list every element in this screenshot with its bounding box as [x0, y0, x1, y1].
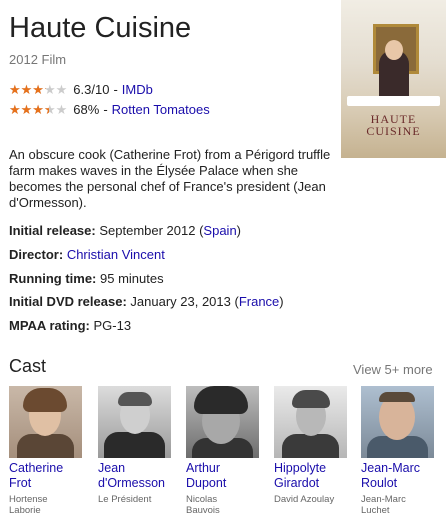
- imdb-rating-row: ★★★★★ ★★★★★ 6.3/10 - IMDb: [9, 82, 153, 97]
- imdb-score: 6.3/10: [73, 82, 110, 97]
- cast-role: Le Président: [98, 494, 152, 505]
- cast-member[interactable]: Hippolyte Girardot David Azoulay: [274, 386, 356, 505]
- separator: -: [103, 102, 108, 117]
- cast-photo[interactable]: [274, 386, 347, 458]
- poster-table-shape: [347, 96, 440, 106]
- fact-value: January 23, 2013 (: [130, 294, 239, 309]
- cast-member[interactable]: Jean d'Ormesson Le Président: [98, 386, 180, 505]
- cast-member[interactable]: Jean-Marc Roulot Jean-Marc Luchet: [361, 386, 443, 516]
- star-rating-icon: ★★★★★ ★★★★★: [9, 101, 68, 117]
- rotten-tomatoes-rating-row: ★★★★★ ★★★★★ 68% - Rotten Tomatoes: [9, 102, 210, 117]
- director-link[interactable]: Christian Vincent: [67, 247, 165, 262]
- cast-role: Hortense Laborie: [9, 494, 48, 516]
- fact-initial-release: Initial release: September 2012 (Spain): [9, 223, 242, 238]
- france-link[interactable]: France: [239, 294, 279, 309]
- spain-link[interactable]: Spain: [203, 223, 236, 238]
- poster-title-line2: CUISINE: [366, 124, 421, 138]
- poster-face-shape: [385, 40, 403, 60]
- cast-name-link[interactable]: Jean d'Ormesson: [98, 461, 180, 491]
- rt-stars-filled: ★★★★★: [9, 102, 49, 117]
- fact-running-time: Running time: 95 minutes: [9, 271, 164, 286]
- imdb-link[interactable]: IMDb: [122, 82, 153, 97]
- star-rating-icon: ★★★★★ ★★★★★: [9, 81, 68, 97]
- cast-photo[interactable]: [98, 386, 171, 458]
- separator: -: [113, 82, 118, 97]
- imdb-stars-filled: ★★★★★: [9, 82, 46, 97]
- fact-mpaa-rating: MPAA rating: PG-13: [9, 318, 131, 333]
- fact-value: 95 minutes: [100, 271, 164, 286]
- cast-name-link[interactable]: Jean-Marc Roulot: [361, 461, 443, 491]
- movie-description: An obscure cook (Catherine Frot) from a …: [9, 147, 331, 210]
- view-more-cast-link[interactable]: View 5+ more: [353, 362, 433, 377]
- cast-role: Nicolas Bauvois: [186, 494, 220, 516]
- fact-director: Director: Christian Vincent: [9, 247, 165, 262]
- page-subtitle: 2012 Film: [9, 52, 67, 67]
- cast-heading: Cast: [9, 356, 47, 376]
- fact-label: Director:: [9, 247, 64, 262]
- cast-name-link[interactable]: Hippolyte Girardot: [274, 461, 356, 491]
- cast-name-link[interactable]: Catherine Frot: [9, 461, 91, 491]
- fact-label: MPAA rating:: [9, 318, 90, 333]
- cast-photo[interactable]: [186, 386, 259, 458]
- fact-label: Initial release:: [9, 223, 96, 238]
- cast-member[interactable]: Arthur Dupont Nicolas Bauvois: [186, 386, 268, 516]
- cast-member[interactable]: Catherine Frot Hortense Laborie: [9, 386, 91, 516]
- page-title: Haute Cuisine: [9, 12, 192, 44]
- fact-label: Running time:: [9, 271, 97, 286]
- movie-poster[interactable]: HAUTE CUISINE: [341, 0, 446, 158]
- fact-value: PG-13: [93, 318, 132, 333]
- cast-photo[interactable]: [361, 386, 434, 458]
- cast-photo[interactable]: [9, 386, 82, 458]
- fact-dvd-release: Initial DVD release: January 23, 2013 (F…: [9, 294, 284, 309]
- fact-value: September 2012 (: [99, 223, 204, 238]
- rotten-tomatoes-score: 68%: [73, 102, 100, 117]
- fact-label: Initial DVD release:: [9, 294, 127, 309]
- rotten-tomatoes-link[interactable]: Rotten Tomatoes: [112, 102, 210, 117]
- cast-role: David Azoulay: [274, 494, 335, 505]
- cast-role: Jean-Marc Luchet: [361, 494, 406, 516]
- cast-name-link[interactable]: Arthur Dupont: [186, 461, 268, 491]
